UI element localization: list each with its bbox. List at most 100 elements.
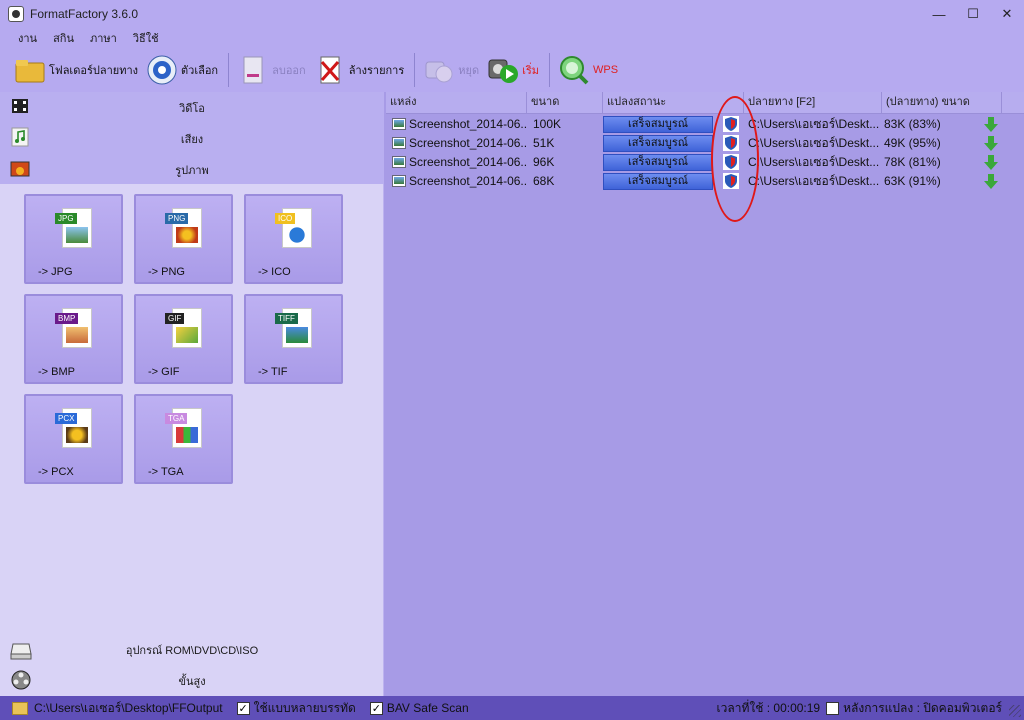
folder-icon [14,54,46,86]
task-list-panel: แหล่ง ขนาด แปลงสถานะ ปลายทาง [F2] (ปลายท… [386,92,1024,696]
output-folder-button[interactable]: โฟลเดอร์ปลายทาง [14,50,138,90]
clear-list-icon [314,54,346,86]
after-convert-label: หลังการแปลง : ปิดคอมพิวเตอร์ [843,700,1002,715]
output-folder-label: โฟลเดอร์ปลายทาง [49,65,138,77]
row-source: Screenshot_2014-06... [409,155,527,169]
category-advanced-label: ขั้นสูง [178,675,206,688]
bav-checkbox[interactable]: ✓ [369,701,383,715]
wps-icon [558,54,590,86]
clear-list-button[interactable]: ล้างรายการ [314,50,405,90]
row-source: Screenshot_2014-06... [409,136,527,150]
jpg-file-icon: JPG [55,208,92,248]
maximize-button[interactable]: ☐ [956,0,990,28]
multithread-checkbox[interactable]: ✓ [236,701,250,715]
start-button[interactable]: เริ่ม [487,50,539,90]
menu-item-language[interactable]: ภาษา [90,29,117,47]
wps-label: WPS [593,64,619,76]
start-icon [487,54,519,86]
table-row[interactable]: Screenshot_2014-06... 68K เสร็จสมบูรณ์ C… [386,172,1024,191]
resize-grip-icon[interactable] [1009,705,1021,717]
bav-shield-icon[interactable] [723,154,739,170]
toolbar-separator [414,53,416,87]
stop-button[interactable]: หยุด [423,50,479,90]
row-status-progress: เสร็จสมบูรณ์ [603,116,713,133]
multithread-option[interactable]: ✓ ใช้แบบหลายบรรทัด [236,699,356,718]
menu-item-help[interactable]: วิธีใช้ [133,29,159,47]
tile-bmp[interactable]: BMP -> BMP [24,294,123,384]
tile-jpg-label: -> JPG [38,266,73,278]
elapsed-time: เวลาที่ใช้ : 00:00:19 [716,700,821,715]
tif-file-icon: TIFF [275,308,312,348]
after-convert-checkbox[interactable] [826,701,840,715]
tile-tga[interactable]: TGA -> TGA [134,394,233,484]
row-size: 68K [533,174,555,188]
table-row[interactable]: Screenshot_2014-06... 96K เสร็จสมบูรณ์ C… [386,153,1024,172]
toolbar: โฟลเดอร์ปลายทาง ตัวเลือก ลบออก ล้างรายกา… [0,48,1024,92]
tile-jpg[interactable]: JPG -> JPG [24,194,123,284]
bav-shield-icon[interactable] [723,116,739,132]
header-output[interactable]: ปลายทาง [F2] [744,92,882,113]
tile-ico-label: -> ICO [258,266,291,278]
row-output: C:\Users\เอเซอร์\Deskt... [748,174,880,188]
clear-list-label: ล้างรายการ [348,65,405,77]
video-icon [10,96,30,116]
tile-pcx[interactable]: PCX -> PCX [24,394,123,484]
output-path[interactable]: C:\Users\เอเซอร์\Desktop\FFOutput [34,699,223,718]
png-file-icon: PNG [165,208,202,248]
category-advanced[interactable]: ขั้นสูง [0,665,384,696]
header-status[interactable]: แปลงสถานะ [603,92,744,113]
category-rom-label: อุปกรณ์ ROM\DVD\CD\ISO [125,644,259,657]
category-rom-dvd-cd-iso[interactable]: อุปกรณ์ ROM\DVD\CD\ISO [0,634,384,665]
category-audio-label: เสียง [180,133,204,146]
menu-item-task[interactable]: งาน [18,29,37,47]
bav-shield-icon[interactable] [723,135,739,151]
row-size: 51K [533,136,555,150]
start-label: เริ่ม [522,65,540,77]
down-arrow-icon[interactable] [984,173,998,190]
image-file-icon [392,175,406,187]
row-output: C:\Users\เอเซอร์\Deskt... [748,155,880,169]
header-size[interactable]: ขนาด [527,92,603,113]
category-video[interactable]: วิดีโอ [0,92,384,123]
close-button[interactable]: ✕ [990,0,1024,28]
tile-tga-label: -> TGA [148,466,184,478]
stop-label: หยุด [458,65,480,77]
tile-tif[interactable]: TIFF -> TIF [244,294,343,384]
table-row[interactable]: Screenshot_2014-06... 100K เสร็จสมบูรณ์ … [386,115,1024,134]
down-arrow-icon[interactable] [984,135,998,152]
ico-file-icon: ICO [275,208,312,248]
table-row[interactable]: Screenshot_2014-06... 51K เสร็จสมบูรณ์ C… [386,134,1024,153]
remove-label: ลบออก [272,65,306,77]
bav-option[interactable]: ✓ BAV Safe Scan [369,701,469,715]
wps-button[interactable]: WPS [558,50,618,90]
toolbar-separator [549,53,551,87]
remove-button[interactable]: ลบออก [237,50,306,90]
options-button[interactable]: ตัวเลือก [146,50,218,90]
options-label: ตัวเลือก [181,65,219,77]
list-header: แหล่ง ขนาด แปลงสถานะ ปลายทาง [F2] (ปลายท… [386,92,1024,114]
row-source: Screenshot_2014-06... [409,174,527,188]
row-source: Screenshot_2014-06... [409,117,527,131]
tile-gif[interactable]: GIF -> GIF [134,294,233,384]
picture-icon [10,158,30,178]
tile-png[interactable]: PNG -> PNG [134,194,233,284]
tile-pcx-label: -> PCX [38,466,74,478]
tile-tif-label: -> TIF [258,366,288,378]
after-convert-option[interactable]: หลังการแปลง : ปิดคอมพิวเตอร์ [826,699,1002,718]
menu-item-skin[interactable]: สกิน [53,29,74,47]
bav-shield-icon[interactable] [723,173,739,189]
down-arrow-icon[interactable] [984,154,998,171]
category-picture[interactable]: รูปภาพ [0,154,384,185]
music-icon [10,127,30,147]
tile-ico[interactable]: ICO -> ICO [244,194,343,284]
header-source[interactable]: แหล่ง [386,92,527,113]
bav-label: BAV Safe Scan [386,701,469,715]
image-file-icon [392,156,406,168]
pcx-file-icon: PCX [55,408,92,448]
toolbar-separator [228,53,230,87]
category-video-label: วิดีโอ [179,102,205,115]
category-audio[interactable]: เสียง [0,123,384,154]
header-output-size[interactable]: (ปลายทาง) ขนาด [882,92,1002,113]
minimize-button[interactable]: — [922,0,956,28]
down-arrow-icon[interactable] [984,116,998,133]
